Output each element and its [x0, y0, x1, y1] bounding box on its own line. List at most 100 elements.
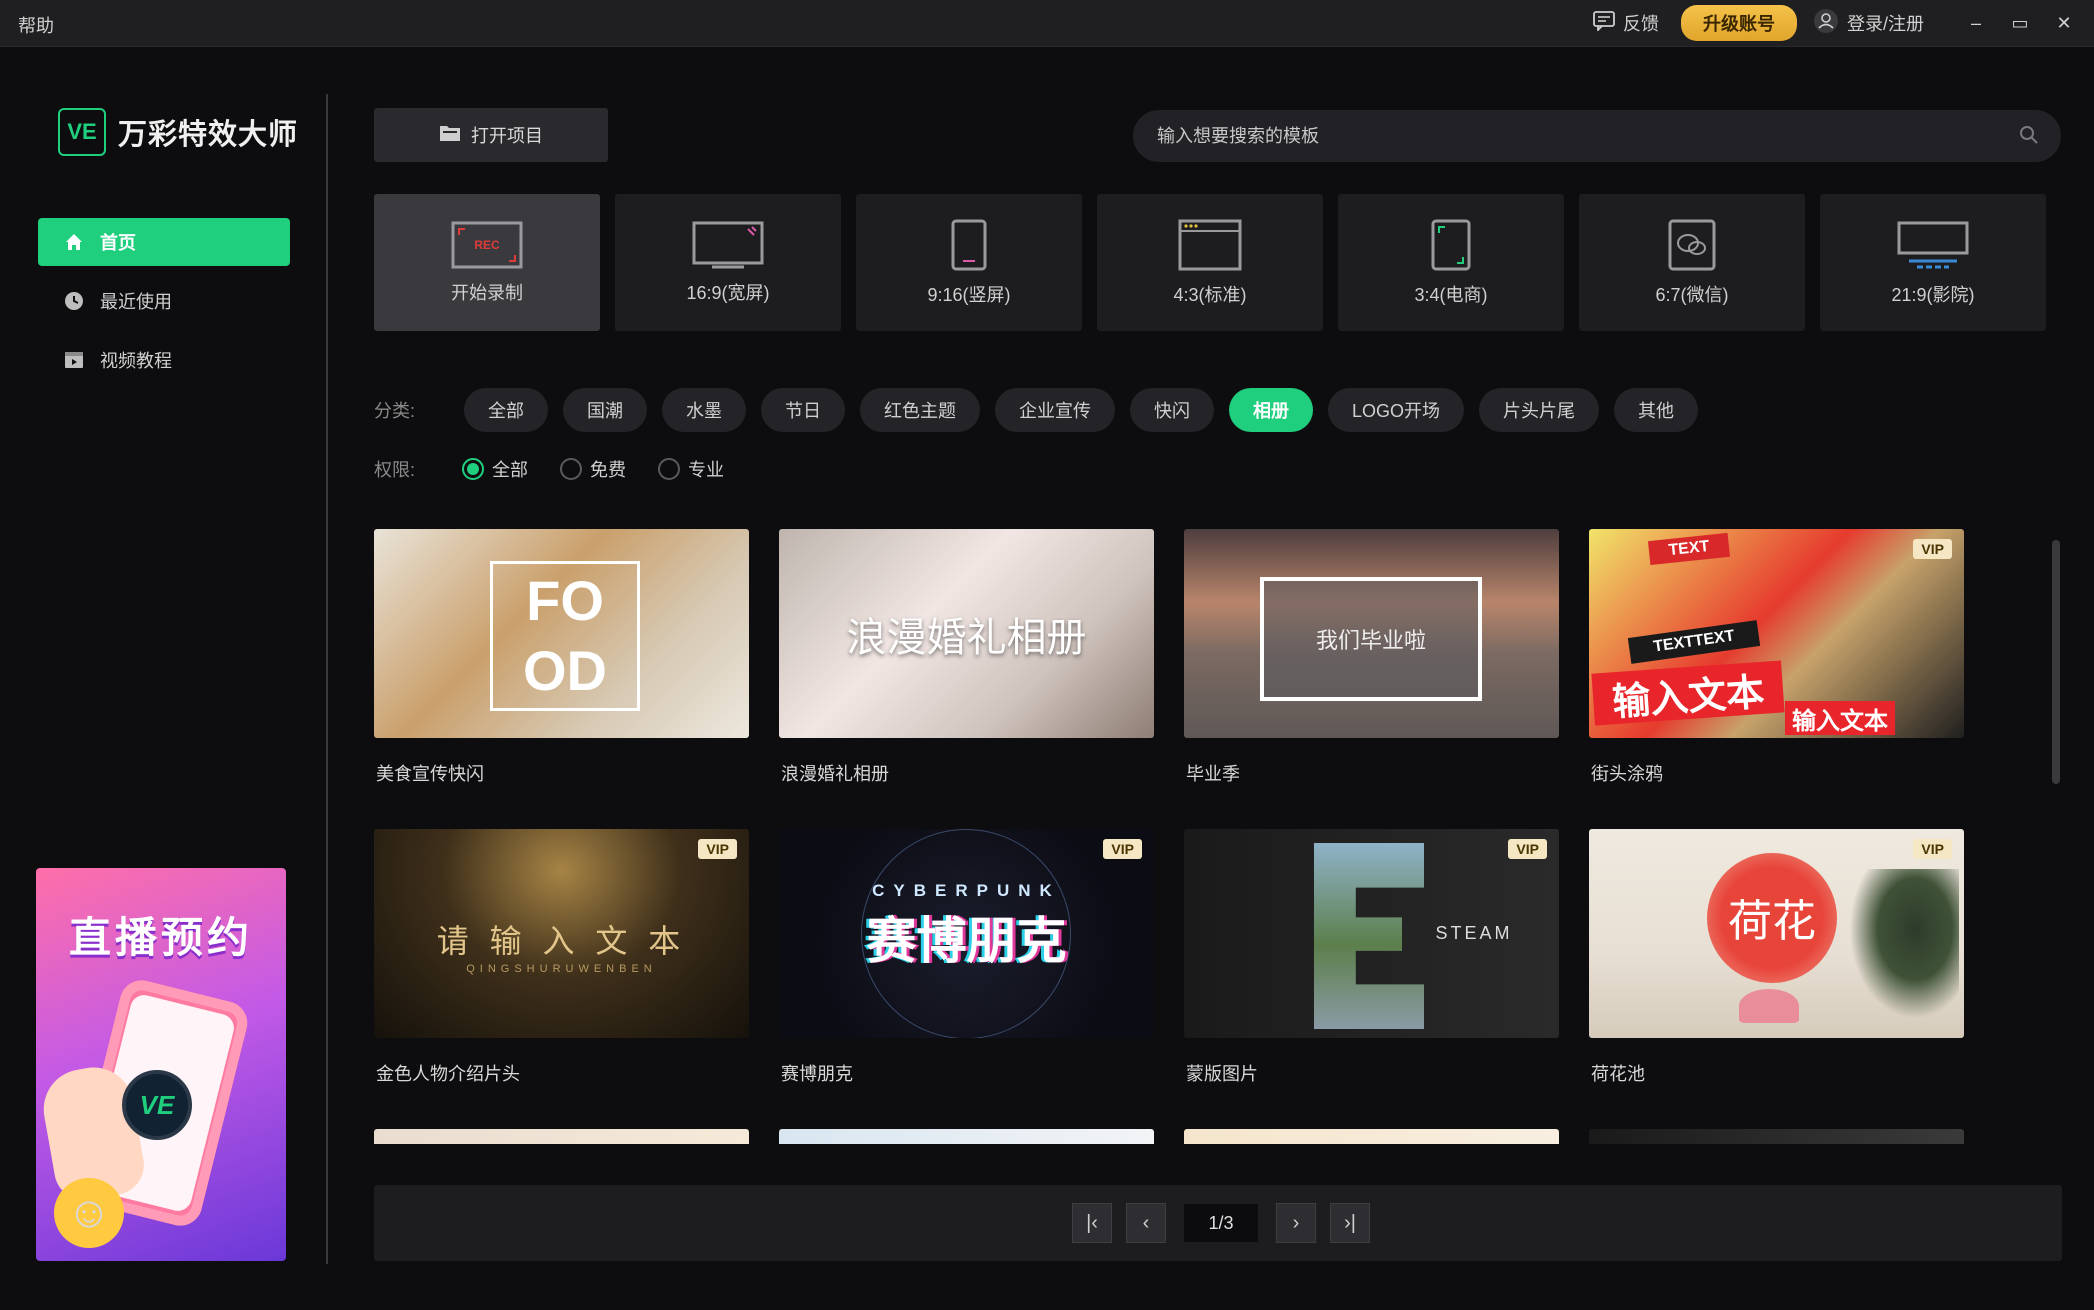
category-chip-logo-intro[interactable]: LOGO开场: [1328, 388, 1465, 432]
live-promo-banner[interactable]: 直播预约 VE ☺: [36, 868, 286, 1261]
ratio-label: 6:7(微信): [1655, 284, 1729, 305]
template-thumbnail[interactable]: [1184, 1129, 1559, 1144]
template-card[interactable]: CYBERPUNK 赛博朋克 VIP 赛博朋克: [779, 829, 1154, 1086]
category-chip-album[interactable]: 相册: [1229, 388, 1313, 432]
ratio-21-9-button[interactable]: 21:9(影院): [1820, 194, 2046, 331]
sidebar-item-recent[interactable]: 最近使用: [38, 277, 290, 325]
thumbnail-overlay-text: STEAM: [1435, 922, 1513, 943]
category-chip-all[interactable]: 全部: [464, 388, 548, 432]
template-search: [1133, 110, 2061, 162]
search-input[interactable]: [1133, 110, 1993, 162]
minimize-button[interactable]: –: [1954, 13, 1998, 34]
help-menu[interactable]: 帮助: [18, 12, 54, 38]
template-card[interactable]: FO OD 美食宣传快闪: [374, 529, 749, 786]
rec-icon: REC: [451, 221, 523, 269]
radio-indicator: [462, 458, 484, 480]
app-name: 万彩特效大师: [118, 119, 299, 151]
category-chip-guochao[interactable]: 国潮: [563, 388, 647, 432]
grid-scrollbar[interactable]: [2052, 540, 2060, 784]
prev-page-button[interactable]: ‹: [1126, 1203, 1166, 1243]
page-indicator: 1/3: [1184, 1204, 1258, 1242]
template-title: 美食宣传快闪: [376, 764, 484, 784]
template-card[interactable]: [779, 1129, 1154, 1144]
template-thumbnail[interactable]: STEAM VIP: [1184, 829, 1559, 1038]
login-button[interactable]: 登录/注册: [1813, 8, 1924, 39]
svg-text:REC: REC: [474, 238, 500, 252]
category-chip-flash[interactable]: 快闪: [1130, 388, 1214, 432]
search-icon[interactable]: [2019, 125, 2039, 150]
pagination: |‹ ‹ 1/3 › ›|: [1072, 1203, 1370, 1243]
template-card[interactable]: 荷花 VIP 荷花池: [1589, 829, 1964, 1086]
template-card[interactable]: 我们毕业啦 毕业季: [1184, 529, 1559, 786]
template-card[interactable]: 请 输 入 文 本 QINGSHURUWENBEN VIP 金色人物介绍片头: [374, 829, 749, 1086]
category-chip-ink[interactable]: 水墨: [662, 388, 746, 432]
thumbnail-flower: [1739, 989, 1799, 1023]
category-filter: 分类: 全部 国潮 水墨 节日 红色主题 企业宣传 快闪 相册 LOGO开场 片…: [374, 388, 1713, 432]
ratio-4-3-button[interactable]: 4:3(标准): [1097, 194, 1323, 331]
template-thumbnail[interactable]: 浪漫婚礼相册: [779, 529, 1154, 738]
template-card[interactable]: [1589, 1129, 1964, 1144]
permission-radio-pro[interactable]: 专业: [658, 456, 724, 482]
permission-radio-free[interactable]: 免费: [560, 456, 626, 482]
last-page-button[interactable]: ›|: [1330, 1203, 1370, 1243]
sidebar-item-label: 首页: [100, 233, 136, 253]
template-card[interactable]: TEXT TEXTTEXT 输入文本 输入文本 VIP 街头涂鸦: [1589, 529, 1964, 786]
template-thumbnail[interactable]: 荷花 VIP: [1589, 829, 1964, 1038]
feedback-button[interactable]: 反馈: [1593, 10, 1659, 36]
first-page-button[interactable]: |‹: [1072, 1203, 1112, 1243]
template-card[interactable]: STEAM VIP 蒙版图片: [1184, 829, 1559, 1086]
template-thumbnail[interactable]: [374, 1129, 749, 1144]
template-title: 浪漫婚礼相册: [781, 764, 889, 784]
template-thumbnail[interactable]: CYBERPUNK 赛博朋克 VIP: [779, 829, 1154, 1038]
open-project-label: 打开项目: [471, 126, 543, 146]
close-button[interactable]: ✕: [2042, 13, 2086, 34]
category-chip-intro-outro[interactable]: 片头片尾: [1479, 388, 1600, 432]
template-thumbnail[interactable]: 请 输 入 文 本 QINGSHURUWENBEN VIP: [374, 829, 749, 1038]
start-recording-button[interactable]: REC 开始录制: [374, 194, 600, 331]
video-icon: [64, 350, 84, 370]
thumbnail-overlay-text: 请 输 入 文 本: [436, 923, 687, 959]
template-thumbnail[interactable]: FO OD: [374, 529, 749, 738]
chat-icon: [1593, 10, 1615, 36]
ratio-9-16-button[interactable]: 9:16(竖屏): [856, 194, 1082, 331]
sidebar-item-home[interactable]: 首页: [38, 218, 290, 266]
thumbnail-overlay-text: 我们毕业啦: [1260, 577, 1482, 701]
clock-icon: [64, 291, 84, 311]
upgrade-account-button[interactable]: 升级账号: [1680, 5, 1797, 41]
template-card[interactable]: [374, 1129, 749, 1144]
pagination-bar: |‹ ‹ 1/3 › ›|: [374, 1185, 2062, 1261]
thumbnail-subtext: 输入文本: [1785, 701, 1895, 735]
permission-filter: 权限: 全部 免费 专业: [374, 456, 756, 482]
ratio-label: 16:9(宽屏): [686, 282, 770, 303]
next-page-button[interactable]: ›: [1276, 1203, 1316, 1243]
sidebar-item-tutorials[interactable]: 视频教程: [38, 336, 290, 384]
radio-label: 全部: [492, 460, 528, 480]
thumbnail-tag: TEXTTEXT: [1627, 620, 1761, 664]
open-project-button[interactable]: 打开项目: [374, 108, 608, 162]
permission-radio-all[interactable]: 全部: [462, 456, 528, 482]
template-thumbnail[interactable]: [1589, 1129, 1964, 1144]
template-card[interactable]: [1184, 1129, 1559, 1144]
ratio-label: 9:16(竖屏): [927, 284, 1011, 305]
sidebar-item-label: 视频教程: [100, 351, 172, 371]
category-chip-other[interactable]: 其他: [1614, 388, 1699, 432]
ratio-16-9-button[interactable]: 16:9(宽屏): [615, 194, 841, 331]
template-thumbnail[interactable]: [779, 1129, 1154, 1144]
vip-badge: VIP: [1103, 839, 1142, 859]
thumbnail-overlay-text: 浪漫婚礼相册: [846, 615, 1087, 661]
home-icon: [64, 232, 84, 252]
template-thumbnail[interactable]: TEXT TEXTTEXT 输入文本 输入文本 VIP: [1589, 529, 1964, 738]
template-thumbnail[interactable]: 我们毕业啦: [1184, 529, 1559, 738]
ratio-3-4-button[interactable]: 3:4(电商): [1338, 194, 1564, 331]
category-chip-festival[interactable]: 节日: [761, 388, 845, 432]
thumbnail-overlay-text: FO OD: [490, 561, 640, 711]
radio-indicator: [658, 458, 680, 480]
ratio-6-7-button[interactable]: 6:7(微信): [1579, 194, 1805, 331]
category-chip-corporate[interactable]: 企业宣传: [995, 388, 1115, 432]
thumbnail-overlay-text: 荷花: [1728, 896, 1816, 947]
template-card[interactable]: 浪漫婚礼相册 浪漫婚礼相册: [779, 529, 1154, 786]
ratio-label: 3:4(电商): [1414, 284, 1488, 305]
template-title: 金色人物介绍片头: [376, 1064, 520, 1084]
maximize-button[interactable]: ▭: [1998, 13, 2042, 34]
category-chip-red-theme[interactable]: 红色主题: [860, 388, 980, 432]
